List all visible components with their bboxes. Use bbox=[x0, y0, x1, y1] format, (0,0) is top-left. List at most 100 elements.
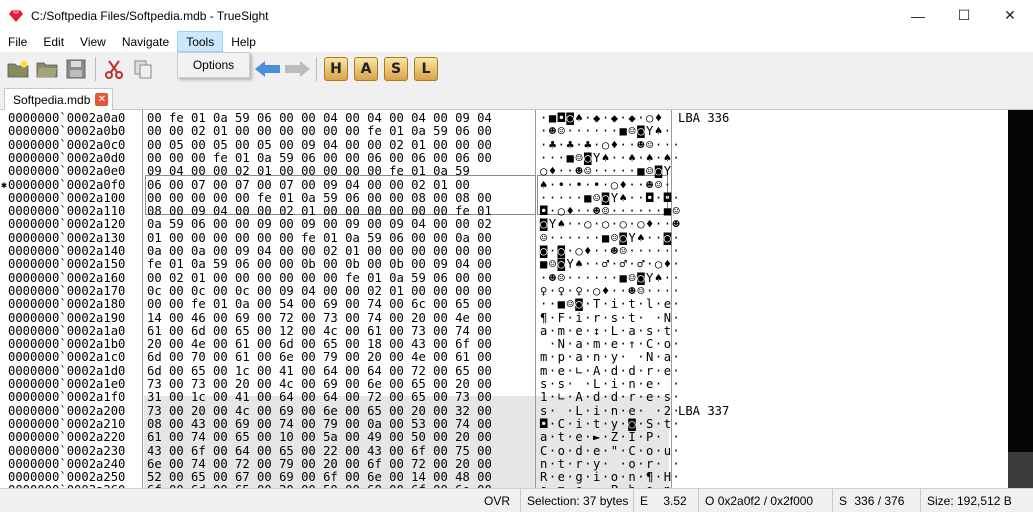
minimize-button[interactable]: — bbox=[895, 0, 941, 31]
menu-file[interactable]: File bbox=[0, 31, 35, 52]
row-ascii[interactable]: ¶·F·i·r·s·t· ·N· bbox=[540, 311, 681, 325]
row-ascii[interactable]: ◘·C·i·t·y·◙·S·t· bbox=[540, 417, 681, 431]
row-ascii[interactable]: ·····■☺◙Y♠··◘·◘· bbox=[540, 191, 681, 205]
new-file-icon[interactable] bbox=[4, 55, 32, 83]
menu-edit[interactable]: Edit bbox=[35, 31, 72, 52]
row-ascii[interactable]: R·e·g·i·o·n·¶·H· bbox=[540, 470, 681, 484]
row-ascii[interactable]: ··■☺◙·T·i·t·l·e· bbox=[540, 297, 681, 311]
s-button[interactable]: S bbox=[384, 57, 408, 81]
row-ascii[interactable]: m·p·a·n·y· ·N·a· bbox=[540, 351, 681, 365]
row-ascii[interactable]: a·m·e·↕·L·a·s·t· bbox=[540, 324, 681, 338]
row-hex-bytes[interactable]: 00 00 02 01 00 00 00 00 00 00 fe 01 0a 5… bbox=[147, 124, 492, 138]
hex-row[interactable]: 0000000`0002a180 00 00 fe 01 0a 00 54 00 … bbox=[0, 297, 1008, 311]
hex-row[interactable]: 0000000`0002a0c0 00 05 00 05 00 05 00 09 … bbox=[0, 138, 1008, 152]
hex-row[interactable]: 0000000`0002a1f0 31 00 1c 00 41 00 64 00 … bbox=[0, 390, 1008, 404]
row-hex-bytes[interactable]: fe 01 0a 59 06 00 00 0b 00 0b 00 0b 00 0… bbox=[147, 257, 492, 271]
l-button[interactable]: L bbox=[414, 57, 438, 81]
row-ascii[interactable]: s· ·L·i·n·e· ·2· bbox=[540, 404, 681, 418]
row-hex-bytes[interactable]: 0c 00 0c 00 0c 00 09 04 00 00 02 01 00 0… bbox=[147, 284, 492, 298]
hex-row[interactable]: 0000000`0002a0e0 09 04 00 00 02 01 00 00 … bbox=[0, 164, 1008, 178]
row-hex-bytes[interactable]: 52 00 65 00 67 00 69 00 6f 00 6e 00 14 0… bbox=[147, 470, 492, 484]
hex-row[interactable]: 0000000`0002a1d0 6d 00 65 00 1c 00 41 00 … bbox=[0, 364, 1008, 378]
row-hex-bytes[interactable]: 0a 00 0a 00 09 04 00 00 02 01 00 00 00 0… bbox=[147, 244, 492, 258]
options-menu-item[interactable]: Options bbox=[193, 58, 234, 72]
hex-row[interactable]: 0000000`0002a1e0 73 00 73 00 20 00 4c 00 … bbox=[0, 377, 1008, 391]
hex-row[interactable]: 0000000`0002a120 0a 59 06 00 00 09 00 09 … bbox=[0, 218, 1008, 232]
row-ascii[interactable]: n·t·r·y· ·o·r· · bbox=[540, 457, 681, 471]
row-hex-bytes[interactable]: 00 00 00 00 00 fe 01 0a 59 06 00 00 08 0… bbox=[147, 191, 492, 205]
a-button[interactable]: A bbox=[354, 57, 378, 81]
menu-view[interactable]: View bbox=[72, 31, 114, 52]
row-hex-bytes[interactable]: 6e 00 74 00 72 00 79 00 20 00 6f 00 72 0… bbox=[147, 457, 492, 471]
hex-row[interactable]: ✱ 0000000`0002a0f0 06 00 07 00 07 00 07 00… bbox=[0, 178, 1008, 192]
row-ascii[interactable]: ◙Y♠··○·○·○·○♦··☻ bbox=[540, 218, 681, 232]
hex-row[interactable]: 0000000`0002a220 61 00 74 00 65 00 10 00 … bbox=[0, 430, 1008, 444]
hex-row[interactable]: 0000000`0002a110 08 00 09 04 00 00 02 01 … bbox=[0, 204, 1008, 218]
row-hex-bytes[interactable]: 43 00 6f 00 64 00 65 00 22 00 43 00 6f 0… bbox=[147, 444, 492, 458]
row-ascii[interactable]: ☺······■☺◙Y♠··◙· bbox=[540, 231, 681, 245]
row-hex-bytes[interactable]: 06 00 07 00 07 00 07 00 09 04 00 00 02 0… bbox=[147, 178, 470, 192]
open-folder-icon[interactable] bbox=[33, 55, 61, 83]
row-hex-bytes[interactable]: 09 04 00 00 02 01 00 00 00 00 00 fe 01 0… bbox=[147, 164, 470, 178]
hex-row[interactable]: 0000000`0002a230 43 00 6f 00 64 00 65 00 … bbox=[0, 444, 1008, 458]
hex-row[interactable]: 0000000`0002a170 0c 00 0c 00 0c 00 09 04 … bbox=[0, 284, 1008, 298]
row-ascii[interactable]: a·t·e·►·Z·I·P· · bbox=[540, 430, 681, 444]
hex-row[interactable]: 0000000`0002a140 0a 00 0a 00 09 04 00 00 … bbox=[0, 244, 1008, 258]
row-hex-bytes[interactable]: 73 00 73 00 20 00 4c 00 69 00 6e 00 65 0… bbox=[147, 377, 492, 391]
hex-row[interactable]: 0000000`0002a1c0 6d 00 70 00 61 00 6e 00 … bbox=[0, 351, 1008, 365]
row-hex-bytes[interactable]: 08 00 09 04 00 00 02 01 00 00 00 00 00 0… bbox=[147, 204, 492, 218]
row-ascii[interactable]: C·o·d·e·"·C·o·u· bbox=[540, 444, 681, 458]
row-hex-bytes[interactable]: 73 00 20 00 4c 00 69 00 6e 00 65 00 20 0… bbox=[147, 404, 492, 418]
hex-row[interactable]: 0000000`0002a240 6e 00 74 00 72 00 79 00 … bbox=[0, 457, 1008, 471]
row-hex-bytes[interactable]: 01 00 00 00 00 00 00 fe 01 0a 59 06 00 0… bbox=[147, 231, 492, 245]
row-hex-bytes[interactable]: 0a 59 06 00 00 09 00 09 00 09 00 09 04 0… bbox=[147, 218, 492, 232]
hex-row[interactable]: 0000000`0002a1b0 20 00 4e 00 61 00 6d 00 … bbox=[0, 337, 1008, 351]
copy-icon[interactable] bbox=[129, 55, 157, 83]
h-button[interactable]: H bbox=[324, 57, 348, 81]
menu-tools[interactable]: Tools bbox=[177, 31, 224, 52]
hex-row[interactable]: 0000000`0002a1a0 61 00 6d 00 65 00 12 00 … bbox=[0, 324, 1008, 338]
row-hex-bytes[interactable]: 31 00 1c 00 41 00 64 00 64 00 72 00 65 0… bbox=[147, 390, 492, 404]
row-hex-bytes[interactable]: 00 02 01 00 00 00 00 00 00 fe 01 0a 59 0… bbox=[147, 271, 492, 285]
row-ascii[interactable]: 1·∟·A·d·d·r·e·s· bbox=[540, 390, 681, 404]
row-hex-bytes[interactable]: 00 00 00 fe 01 0a 59 06 00 00 06 00 06 0… bbox=[147, 151, 492, 165]
row-ascii[interactable]: ◘·○♦··☻☺······■☺ bbox=[540, 204, 681, 218]
menu-navigate[interactable]: Navigate bbox=[114, 31, 177, 52]
hex-view[interactable]: 0000000`0002a0a0 00 fe 01 0a 59 06 00 00 … bbox=[0, 110, 1008, 488]
row-ascii[interactable]: ·♣·♣·♣·○♦··☻☺··· bbox=[540, 138, 681, 152]
row-ascii[interactable]: ■☺◙Y♠··♂·♂·♂·○♦· bbox=[540, 257, 681, 271]
row-hex-bytes[interactable]: 14 00 46 00 69 00 72 00 73 00 74 00 20 0… bbox=[147, 311, 492, 325]
row-ascii[interactable]: ♠·•·•·•·○♦··☻☺· bbox=[540, 178, 673, 192]
hex-row[interactable]: 0000000`0002a250 52 00 65 00 67 00 69 00 … bbox=[0, 470, 1008, 484]
vertical-scrollbar[interactable] bbox=[1008, 110, 1033, 488]
hex-row[interactable]: 0000000`0002a0a0 00 fe 01 0a 59 06 00 00 … bbox=[0, 111, 1008, 125]
row-hex-bytes[interactable]: 00 fe 01 0a 59 06 00 00 04 00 04 00 04 0… bbox=[147, 111, 492, 125]
row-ascii[interactable]: s·s· ·L·i·n·e· · bbox=[540, 377, 681, 391]
hex-row[interactable]: 0000000`0002a100 00 00 00 00 00 fe 01 0a … bbox=[0, 191, 1008, 205]
row-hex-bytes[interactable]: 6d 00 70 00 61 00 6e 00 79 00 20 00 4e 0… bbox=[147, 351, 492, 365]
save-icon[interactable] bbox=[62, 55, 90, 83]
row-ascii[interactable]: ◙·◙·○♦··☻☺······ bbox=[540, 244, 681, 258]
row-ascii[interactable]: ···■☺◙Y♠··♠·♠·♠· bbox=[540, 151, 681, 165]
hex-row[interactable]: 0000000`0002a130 01 00 00 00 00 00 00 fe … bbox=[0, 231, 1008, 245]
close-button[interactable]: ✕ bbox=[987, 0, 1033, 31]
row-ascii[interactable]: ·☻☺······■☺◙Y♠·· bbox=[540, 271, 681, 285]
hex-row[interactable]: 0000000`0002a0d0 00 00 00 fe 01 0a 59 06 … bbox=[0, 151, 1008, 165]
row-hex-bytes[interactable]: 00 00 fe 01 0a 00 54 00 69 00 74 00 6c 0… bbox=[147, 297, 492, 311]
row-hex-bytes[interactable]: 00 05 00 05 00 05 00 09 04 00 00 02 01 0… bbox=[147, 138, 492, 152]
row-hex-bytes[interactable]: 20 00 4e 00 61 00 6d 00 65 00 18 00 43 0… bbox=[147, 337, 492, 351]
hex-row[interactable]: 0000000`0002a200 73 00 20 00 4c 00 69 00 … bbox=[0, 404, 1008, 418]
back-arrow-icon[interactable] bbox=[254, 55, 282, 83]
menu-help[interactable]: Help bbox=[223, 31, 264, 52]
hex-row[interactable]: 0000000`0002a160 00 02 01 00 00 00 00 00 … bbox=[0, 271, 1008, 285]
forward-arrow-icon[interactable] bbox=[283, 55, 311, 83]
row-ascii[interactable]: m·e·∟·A·d·d·r·e· bbox=[540, 364, 681, 378]
row-ascii[interactable]: ·■◘◙♠·◆·◆·◆·○♦ bbox=[540, 111, 664, 125]
row-ascii[interactable]: ♀·♀·♀·○♦··☻☺···· bbox=[540, 284, 681, 298]
hex-row[interactable]: 0000000`0002a0b0 00 00 02 01 00 00 00 00 … bbox=[0, 124, 1008, 138]
row-hex-bytes[interactable]: 6d 00 65 00 1c 00 41 00 64 00 64 00 72 0… bbox=[147, 364, 492, 378]
row-hex-bytes[interactable]: 61 00 6d 00 65 00 12 00 4c 00 61 00 73 0… bbox=[147, 324, 492, 338]
cut-icon[interactable] bbox=[100, 55, 128, 83]
tab-softpedia-mdb[interactable]: Softpedia.mdb ✕ bbox=[4, 88, 114, 110]
hex-row[interactable]: 0000000`0002a190 14 00 46 00 69 00 72 00 … bbox=[0, 311, 1008, 325]
